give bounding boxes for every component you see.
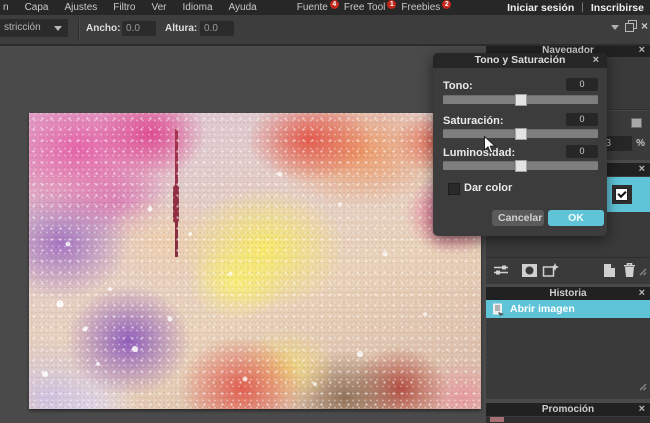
saturation-slider[interactable] bbox=[443, 128, 598, 140]
lightness-slider-handle[interactable] bbox=[514, 160, 527, 172]
hue-value-field[interactable]: 0 bbox=[566, 78, 598, 91]
promotion-panel: Promoción × bbox=[486, 403, 650, 423]
width-field[interactable]: 0.0 bbox=[122, 21, 156, 36]
panel-resize-handle[interactable] bbox=[639, 378, 647, 396]
new-layer-icon[interactable] bbox=[603, 263, 616, 283]
menu-bar: n Capa Ajustes Filtro Ver Idioma Ayuda F… bbox=[0, 0, 650, 15]
hue-saturation-dialog: Tono y Saturación × Tono: 0 Saturación: … bbox=[433, 53, 607, 236]
chevron-down-icon[interactable] bbox=[610, 25, 619, 30]
menu-item-freebies-label: Freebies bbox=[401, 2, 441, 13]
sign-up-link[interactable]: Inscribirse bbox=[591, 2, 644, 14]
height-field[interactable]: 0.0 bbox=[200, 21, 234, 36]
colorize-label: Dar color bbox=[464, 182, 513, 194]
hue-slider[interactable] bbox=[443, 94, 598, 106]
toolbar-window-controls: × bbox=[610, 20, 648, 32]
paint-streak bbox=[173, 129, 179, 257]
menu-item-filtro[interactable]: Filtro bbox=[105, 2, 143, 13]
layer-settings-icon[interactable] bbox=[493, 263, 509, 282]
menu-item-free-tool[interactable]: Free Tool 1 bbox=[336, 0, 397, 13]
promotion-panel-body bbox=[486, 417, 650, 423]
auth-links: Iniciar sesión | Inscribirse bbox=[507, 2, 650, 14]
navigator-zoom-slider-handle[interactable] bbox=[631, 118, 642, 128]
saturation-slider-handle[interactable] bbox=[514, 128, 527, 140]
menu-item-fuente[interactable]: Fuente 4 bbox=[289, 0, 339, 13]
saturation-label: Saturación: bbox=[443, 115, 504, 127]
cancel-button[interactable]: Cancelar bbox=[492, 210, 544, 226]
lightness-value-field[interactable]: 0 bbox=[566, 145, 598, 158]
close-icon[interactable]: × bbox=[639, 287, 645, 300]
menu-item-ajustes[interactable]: Ajustes bbox=[56, 2, 105, 13]
hue-label: Tono: bbox=[443, 80, 473, 92]
layer-mask-icon[interactable] bbox=[521, 263, 538, 283]
menu-item-idioma[interactable]: Idioma bbox=[175, 2, 221, 13]
menu-item-freebies[interactable]: Freebies 2 bbox=[393, 0, 452, 13]
close-icon[interactable]: × bbox=[593, 53, 599, 68]
menu-item-partial[interactable]: n bbox=[0, 2, 17, 13]
menu-item-free-tool-label: Free Tool bbox=[343, 2, 386, 13]
layer-style-icon[interactable] bbox=[542, 263, 560, 283]
delete-layer-icon[interactable] bbox=[623, 262, 636, 283]
layer-visibility-frame bbox=[612, 185, 632, 204]
promotion-thumbnail bbox=[490, 417, 504, 422]
close-icon[interactable]: × bbox=[639, 403, 645, 416]
paint-splatter-dots bbox=[29, 113, 31, 115]
height-label: Altura: bbox=[165, 23, 198, 34]
history-panel: Historia × Abrir imagen bbox=[486, 287, 650, 399]
promotion-panel-titlebar[interactable]: Promoción × bbox=[486, 403, 650, 416]
menu-item-ver[interactable]: Ver bbox=[144, 2, 175, 13]
promotion-panel-title: Promoción bbox=[541, 404, 595, 415]
app-window: n Capa Ajustes Filtro Ver Idioma Ayuda F… bbox=[0, 0, 650, 423]
dialog-title: Tono y Saturación bbox=[474, 54, 566, 66]
lightness-slider[interactable] bbox=[443, 160, 598, 172]
chevron-down-icon bbox=[54, 26, 62, 31]
notification-badge: 2 bbox=[442, 0, 452, 9]
restore-window-icon[interactable] bbox=[624, 20, 637, 32]
menu-item-fuente-label: Fuente bbox=[296, 2, 328, 13]
saturation-value-field[interactable]: 0 bbox=[566, 113, 598, 126]
history-panel-titlebar[interactable]: Historia × bbox=[486, 287, 650, 300]
layers-panel-footer bbox=[486, 257, 650, 284]
ok-button[interactable]: OK bbox=[548, 210, 604, 226]
close-icon[interactable]: × bbox=[641, 20, 648, 32]
menu-item-ayuda[interactable]: Ayuda bbox=[221, 2, 265, 13]
close-icon[interactable]: × bbox=[639, 163, 645, 176]
auth-divider: | bbox=[581, 2, 584, 13]
width-label: Ancho: bbox=[86, 23, 121, 34]
canvas-image[interactable] bbox=[29, 113, 481, 409]
tool-options-bar: stricción Ancho: 0.0 Altura: 0.0 × bbox=[0, 15, 650, 46]
history-item-open-image[interactable]: Abrir imagen bbox=[486, 300, 650, 318]
sign-in-link[interactable]: Iniciar sesión bbox=[507, 2, 574, 14]
panel-resize-handle[interactable] bbox=[639, 263, 647, 281]
constraint-dropdown-value: stricción bbox=[4, 22, 41, 33]
layer-visibility-checkbox[interactable] bbox=[615, 188, 628, 201]
colorize-checkbox[interactable] bbox=[448, 183, 460, 195]
toolbar-divider bbox=[78, 17, 80, 41]
dialog-titlebar[interactable]: Tono y Saturación × bbox=[433, 53, 607, 68]
history-item-label: Abrir imagen bbox=[510, 303, 575, 315]
hue-slider-handle[interactable] bbox=[514, 94, 527, 106]
menu-item-capa[interactable]: Capa bbox=[17, 2, 57, 13]
document-icon bbox=[492, 303, 505, 316]
constraint-dropdown[interactable]: stricción bbox=[0, 19, 68, 37]
lightness-label: Luminosidad: bbox=[443, 147, 516, 159]
history-panel-title: Historia bbox=[549, 288, 587, 299]
navigator-zoom-unit: % bbox=[636, 138, 645, 149]
